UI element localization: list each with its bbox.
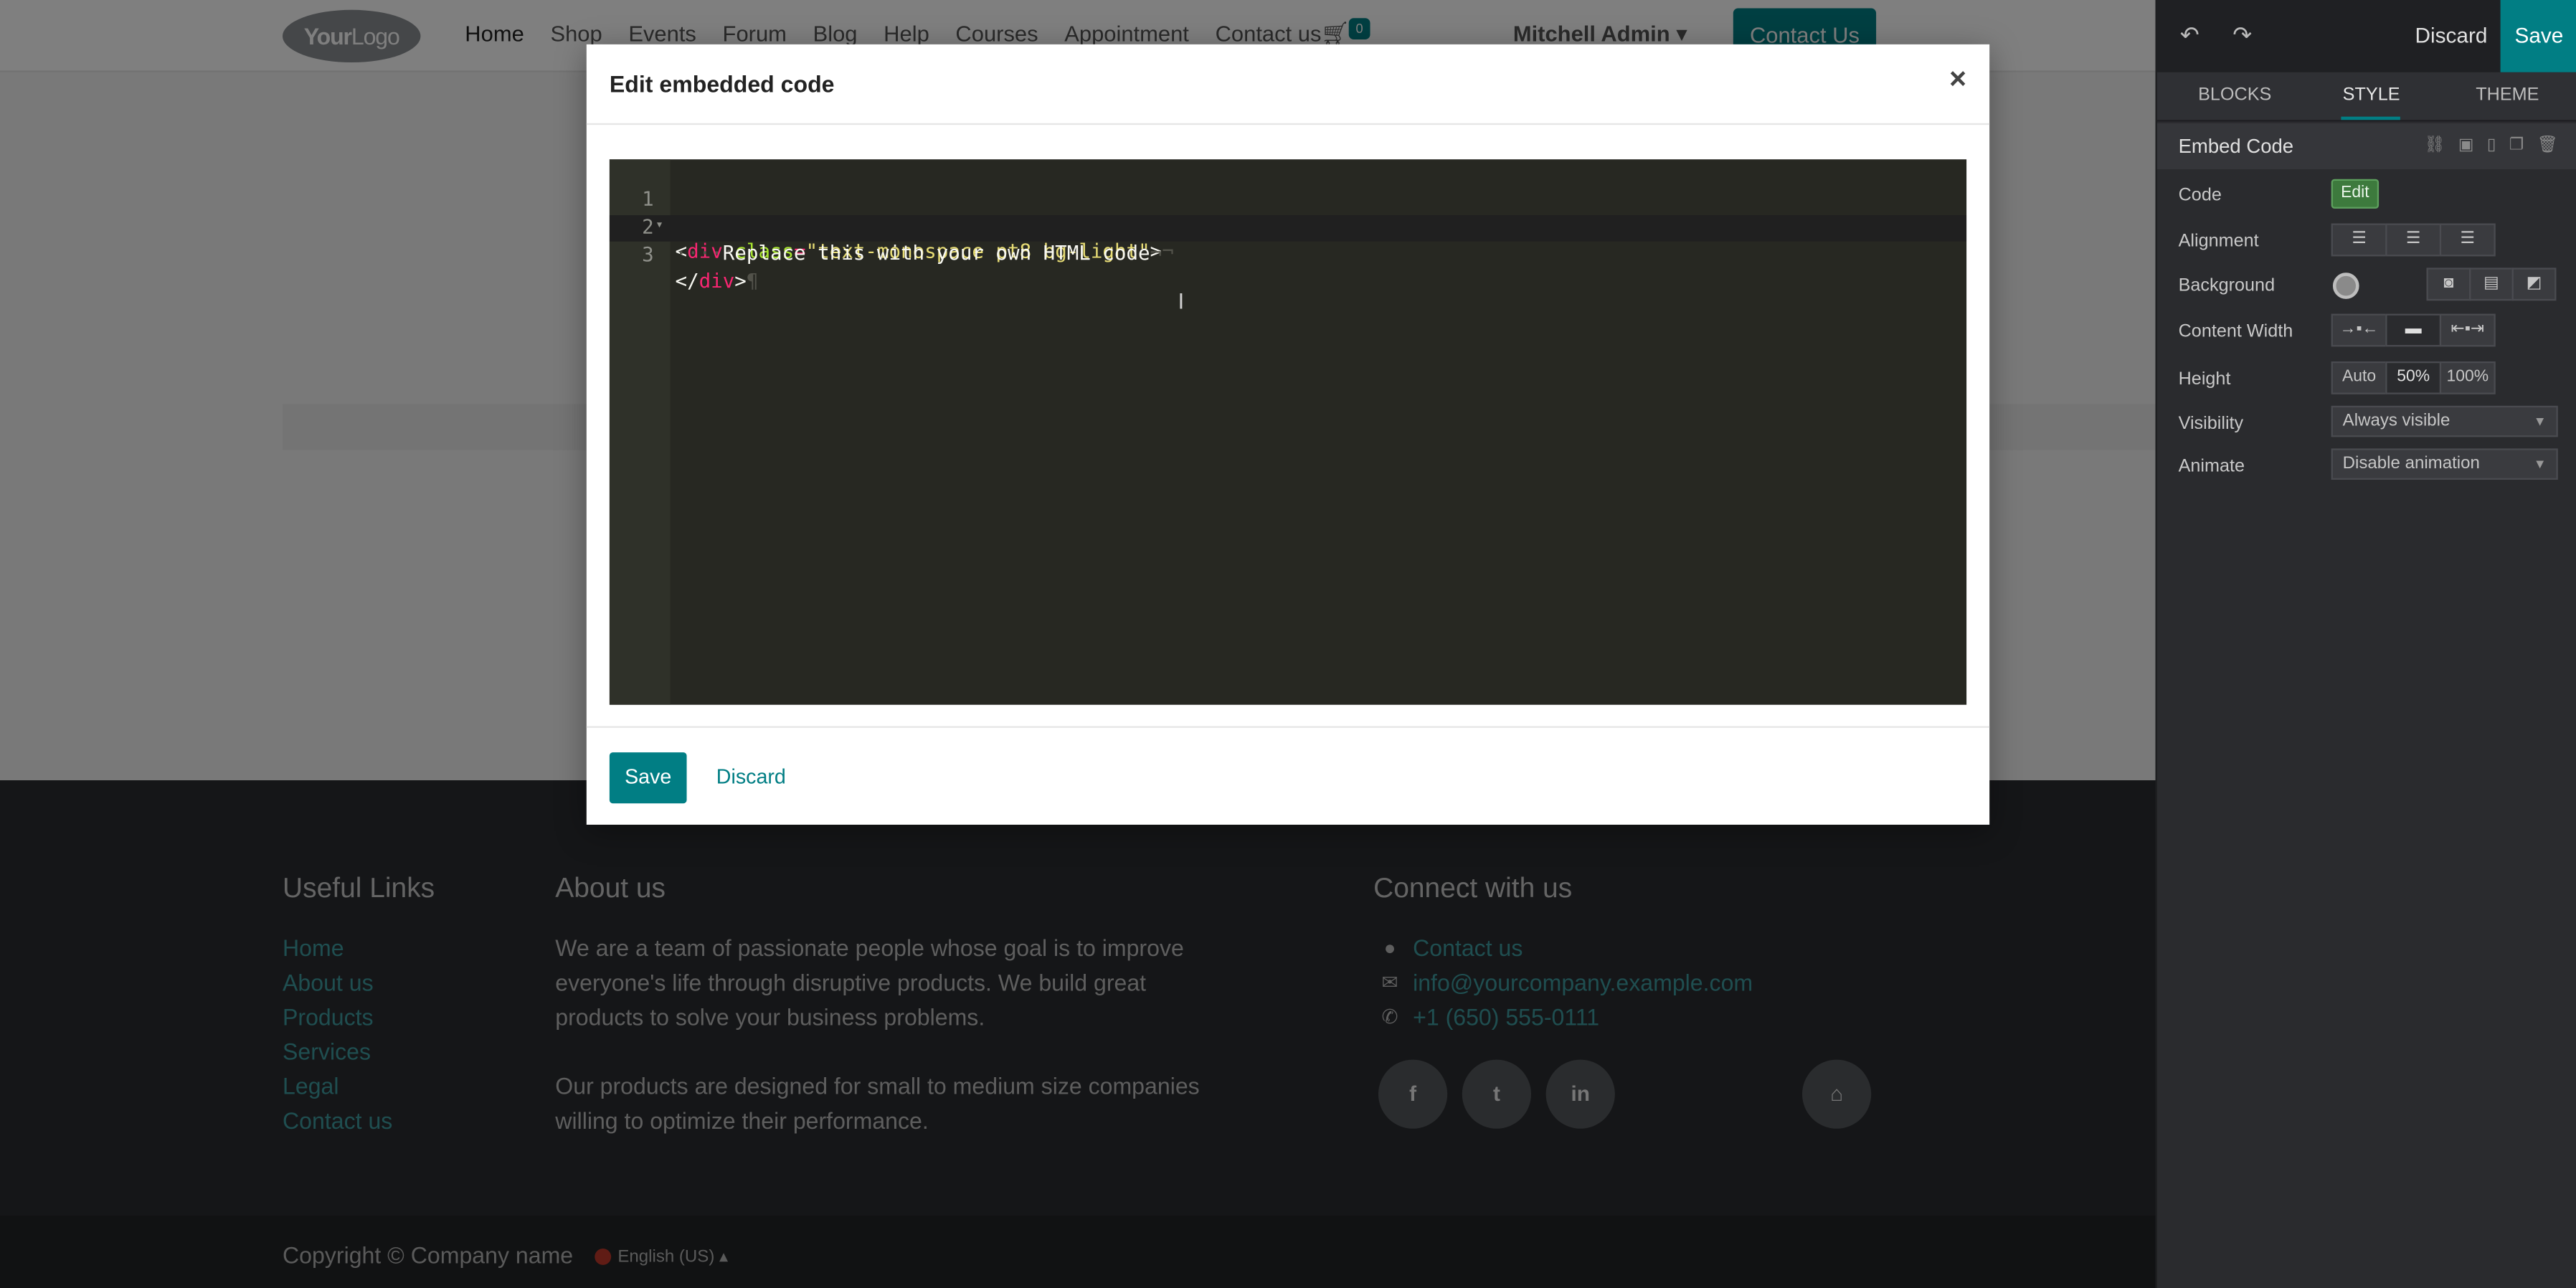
panel-tabs: BLOCKS STYLE THEME (2156, 72, 2576, 122)
tab-theme[interactable]: THEME (2476, 85, 2539, 105)
alignment-label: Alignment (2178, 232, 2259, 252)
option-code: Code Edit (2157, 176, 2576, 219)
align-left-icon[interactable]: ☰ (2331, 223, 2387, 257)
option-height: Height Auto 50% 100% (2157, 360, 2576, 403)
tab-style[interactable]: STYLE (2343, 85, 2400, 105)
mobile-icon[interactable]: ▯ (2487, 136, 2496, 154)
dialog-title: Edit embedded code (609, 70, 835, 98)
code-line-1[interactable]: 1 ▾ <div·class="text-monospace pt8 bg-li… (610, 159, 1966, 262)
snippet-header: Embed Code ⛓ ▣ ▯ ❐ 🗑︎ (2156, 123, 2576, 169)
active-tab-indicator (2341, 116, 2400, 120)
width-full-icon[interactable]: ⇤▪⇥ (2439, 313, 2496, 347)
option-alignment: Alignment ☰ ☰ ☰ (2157, 222, 2576, 265)
alignment-group: ☰ ☰ ☰ (2331, 223, 2496, 257)
edit-embedded-code-dialog: Edit embedded code × 1 ▾ <div·class="tex… (586, 44, 1990, 825)
background-group: ◙ ▤ ◩ (2426, 267, 2557, 301)
panel-toolbar: ↶ ↷ Discard Save (2156, 0, 2576, 72)
link-icon[interactable]: ⛓ (2424, 136, 2445, 154)
dialog-header: Edit embedded code × (586, 44, 1990, 126)
camera-icon[interactable]: ◙ (2426, 267, 2471, 301)
snippet-title: Embed Code (2178, 134, 2294, 158)
undo-icon[interactable]: ↶ (2180, 22, 2199, 49)
redo-icon[interactable]: ↷ (2232, 22, 2252, 49)
option-background: Background ◙ ▤ ◩ (2157, 266, 2576, 309)
code-editor[interactable]: 1 ▾ <div·class="text-monospace pt8 bg-li… (609, 159, 1967, 705)
height-auto-option[interactable]: Auto (2331, 361, 2387, 394)
caret-down-icon: ▼ (2533, 456, 2547, 472)
option-animate: Animate Disable animation ▼ (2157, 447, 2576, 490)
visibility-select[interactable]: Always visible ▼ (2331, 405, 2558, 437)
editor-side-panel: ↶ ↷ Discard Save BLOCKS STYLE THEME Embe… (2155, 0, 2576, 1288)
width-small-icon[interactable]: →▪← (2331, 313, 2387, 347)
code-line-2[interactable]: 2 ····Replace this with your own HTML co… (610, 187, 1966, 265)
image-icon[interactable]: ◩ (2511, 267, 2557, 301)
dialog-footer: Save Discard (586, 726, 1990, 825)
width-regular-icon[interactable]: ▬ (2385, 313, 2442, 347)
code-line-3[interactable]: 3 </div>¶ (610, 215, 1966, 293)
panel-discard-button[interactable]: Discard (2415, 23, 2487, 47)
visibility-value: Always visible (2342, 410, 2450, 431)
animate-select[interactable]: Disable animation ▼ (2331, 448, 2558, 480)
animate-label: Animate (2178, 456, 2245, 477)
height-100-option[interactable]: 100% (2439, 361, 2496, 394)
height-50-option[interactable]: 50% (2385, 361, 2442, 394)
duplicate-icon[interactable]: ❐ (2509, 136, 2524, 154)
caret-down-icon: ▼ (2533, 414, 2547, 429)
screen: YourLogo Home Shop Events Forum Blog Hel… (0, 0, 2576, 1288)
content-width-group: →▪← ▬ ⇤▪⇥ (2331, 313, 2496, 347)
discard-button[interactable]: Discard (716, 766, 786, 789)
snippet-actions: ⛓ ▣ ▯ ❐ 🗑︎ (2424, 136, 2557, 154)
height-label: Height (2178, 369, 2231, 389)
panel-save-button[interactable]: Save (2500, 0, 2576, 72)
visibility-label: Visibility (2178, 414, 2244, 434)
text-cursor-icon: I (1178, 290, 1185, 316)
code-text: </div>¶ (675, 269, 759, 293)
edit-code-button[interactable]: Edit (2331, 179, 2380, 209)
video-icon[interactable]: ▤ (2469, 267, 2514, 301)
option-content-width: Content Width →▪← ▬ ⇤▪⇥ (2157, 312, 2576, 355)
save-snippet-icon[interactable]: ▣ (2458, 136, 2474, 154)
save-button[interactable]: Save (609, 752, 687, 804)
align-right-icon[interactable]: ☰ (2439, 223, 2496, 257)
color-picker[interactable] (2332, 273, 2359, 299)
animate-value: Disable animation (2342, 453, 2480, 473)
code-label: Code (2178, 185, 2222, 206)
line-number: 3 (642, 243, 654, 267)
code-text: ····Replace this with your own HTML code… (675, 241, 1162, 265)
height-group: Auto 50% 100% (2331, 361, 2496, 394)
content-width-label: Content Width (2178, 321, 2293, 342)
trash-icon[interactable]: 🗑︎ (2537, 136, 2558, 154)
background-label: Background (2178, 275, 2276, 296)
align-center-icon[interactable]: ☰ (2385, 223, 2442, 257)
tab-blocks[interactable]: BLOCKS (2198, 85, 2271, 105)
option-visibility: Visibility Always visible ▼ (2157, 404, 2576, 448)
close-icon[interactable]: × (1949, 64, 1966, 93)
